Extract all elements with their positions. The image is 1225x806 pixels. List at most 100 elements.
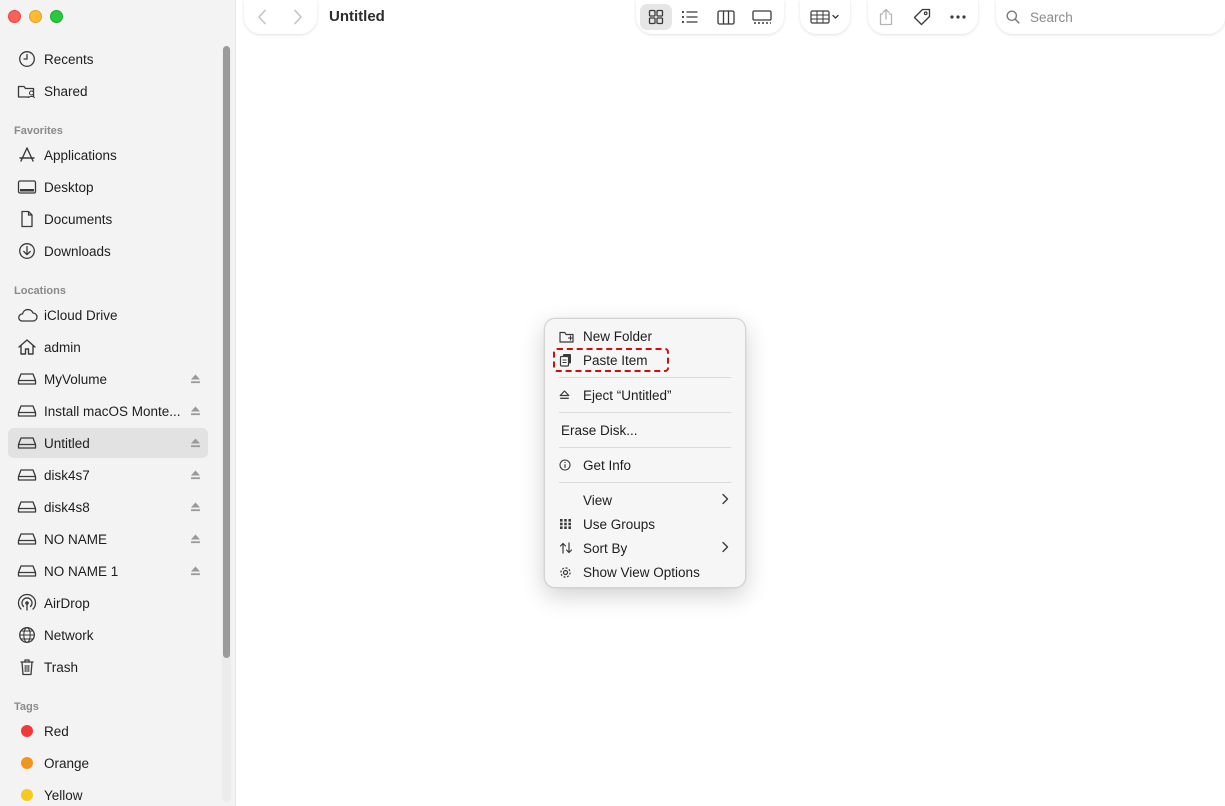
- sidebar-item-disk4s7[interactable]: disk4s7: [8, 460, 208, 490]
- menu-item-label: Get Info: [583, 457, 632, 473]
- grid-icon: [648, 9, 664, 25]
- sidebar-item-admin[interactable]: admin: [8, 332, 208, 362]
- tag-button[interactable]: [904, 4, 940, 30]
- locations-header: Locations: [14, 285, 66, 297]
- drive-icon: [16, 433, 38, 453]
- minimize-button[interactable]: [29, 10, 42, 23]
- zoom-button[interactable]: [50, 10, 63, 23]
- sidebar-item-no-name-1[interactable]: NO NAME 1: [8, 556, 208, 586]
- sidebar-item-label: disk4s8: [44, 499, 90, 515]
- column-view-button[interactable]: [708, 4, 744, 30]
- sidebar-item-label: iCloud Drive: [44, 307, 118, 323]
- window-title: Untitled: [329, 8, 385, 25]
- eject-icon: [559, 390, 581, 400]
- cloud-icon: [16, 305, 38, 325]
- share-button[interactable]: [868, 4, 904, 30]
- sidebar-item-shared[interactable]: Shared: [8, 76, 208, 106]
- sidebar-scrollbar[interactable]: [222, 46, 231, 802]
- sidebar-item-airdrop[interactable]: AirDrop: [8, 588, 208, 618]
- sidebar-item-network[interactable]: Network: [8, 620, 208, 650]
- eject-icon[interactable]: [188, 534, 202, 544]
- sidebar-item-trash[interactable]: Trash: [8, 652, 208, 682]
- sidebar-item-label: Trash: [44, 659, 79, 675]
- menu-item-erase-disk[interactable]: Erase Disk...: [551, 419, 739, 441]
- search-input[interactable]: [1028, 8, 1212, 26]
- sidebar-item-label: Documents: [44, 211, 113, 227]
- icon-view-button[interactable]: [640, 4, 672, 30]
- sidebar-item-label: AirDrop: [44, 595, 90, 611]
- menu-item-label: Erase Disk...: [561, 422, 638, 438]
- view-mode-segment: [636, 0, 784, 34]
- menu-item-show-view-options[interactable]: Show View Options: [551, 561, 739, 583]
- sidebar-item-label: Network: [44, 627, 94, 643]
- menu-separator: [559, 447, 731, 448]
- back-button[interactable]: [244, 4, 280, 30]
- sidebar-item-label: Recents: [44, 51, 94, 67]
- tag-color-dot-icon: [16, 785, 38, 805]
- window-controls: [8, 10, 63, 23]
- sidebar-item-recents[interactable]: Recents: [8, 44, 208, 74]
- chevron-left-icon: [258, 9, 266, 25]
- list-view-button[interactable]: [672, 4, 708, 30]
- search-field[interactable]: [996, 0, 1225, 34]
- sidebar-item-disk4s8[interactable]: disk4s8: [8, 492, 208, 522]
- eject-icon[interactable]: [188, 502, 202, 512]
- action-buttons: [868, 0, 978, 34]
- menu-item-get-info[interactable]: Get Info: [551, 454, 739, 476]
- eject-icon[interactable]: [188, 406, 202, 416]
- sidebar-item-label: disk4s7: [44, 467, 90, 483]
- sidebar-item-applications[interactable]: Applications: [8, 140, 208, 170]
- group-grid-icon: [810, 10, 839, 24]
- eject-icon[interactable]: [188, 470, 202, 480]
- menu-item-label: Sort By: [583, 540, 628, 556]
- sidebar-item-install-macos[interactable]: Install macOS Monte...: [8, 396, 208, 426]
- menu-item-label: New Folder: [583, 328, 653, 344]
- sidebar-item-label: Applications: [44, 147, 117, 163]
- close-button[interactable]: [8, 10, 21, 23]
- sidebar-item-tag-red[interactable]: Red: [8, 716, 208, 746]
- sidebar-item-untitled[interactable]: Untitled: [8, 428, 208, 458]
- menu-item-use-groups[interactable]: Use Groups: [551, 513, 739, 535]
- sidebar-item-no-name[interactable]: NO NAME: [8, 524, 208, 554]
- trash-icon: [16, 657, 38, 677]
- sidebar-item-myvolume[interactable]: MyVolume: [8, 364, 208, 394]
- new-folder-icon: [559, 330, 581, 343]
- navigation-buttons: [244, 0, 317, 34]
- sidebar-item-desktop[interactable]: Desktop: [8, 172, 208, 202]
- menu-item-sort-by[interactable]: Sort By: [551, 537, 739, 559]
- sidebar-item-downloads[interactable]: Downloads: [8, 236, 208, 266]
- menu-item-new-folder[interactable]: New Folder: [551, 325, 739, 347]
- group-button-wrap: [800, 0, 850, 34]
- search-icon: [1006, 10, 1020, 24]
- sidebar-item-label: Downloads: [44, 243, 111, 259]
- gallery-view-button[interactable]: [744, 4, 780, 30]
- forward-button[interactable]: [280, 4, 316, 30]
- tags-header: Tags: [14, 701, 39, 713]
- menu-item-paste-item[interactable]: Paste Item: [551, 349, 739, 371]
- context-menu: New Folder Paste Item Eject “Untitled” E…: [544, 318, 746, 588]
- menu-item-eject[interactable]: Eject “Untitled”: [551, 384, 739, 406]
- eject-icon[interactable]: [188, 374, 202, 384]
- menu-item-view[interactable]: View: [551, 489, 739, 511]
- sidebar-item-label: Orange: [44, 755, 90, 771]
- sidebar-item-tag-yellow[interactable]: Yellow: [8, 780, 208, 806]
- drive-icon: [16, 369, 38, 389]
- ellipsis-icon: [950, 15, 966, 19]
- sidebar-scrollbar-thumb[interactable]: [223, 46, 230, 658]
- home-icon: [16, 337, 38, 357]
- favorites-header: Favorites: [14, 125, 63, 137]
- sidebar: Recents Shared Favorites Applications De…: [0, 0, 236, 806]
- sidebar-item-label: NO NAME: [44, 531, 108, 547]
- eject-icon[interactable]: [188, 566, 202, 576]
- menu-item-label: Eject “Untitled”: [583, 387, 672, 403]
- eject-icon[interactable]: [188, 438, 202, 448]
- sidebar-item-tag-orange[interactable]: Orange: [8, 748, 208, 778]
- drive-icon: [16, 561, 38, 581]
- sidebar-item-label: Shared: [44, 83, 88, 99]
- more-button[interactable]: [940, 4, 976, 30]
- group-by-button[interactable]: [800, 4, 850, 30]
- sidebar-item-documents[interactable]: Documents: [8, 204, 208, 234]
- sidebar-item-icloud-drive[interactable]: iCloud Drive: [8, 300, 208, 330]
- list-icon: [681, 10, 698, 24]
- drive-icon: [16, 497, 38, 517]
